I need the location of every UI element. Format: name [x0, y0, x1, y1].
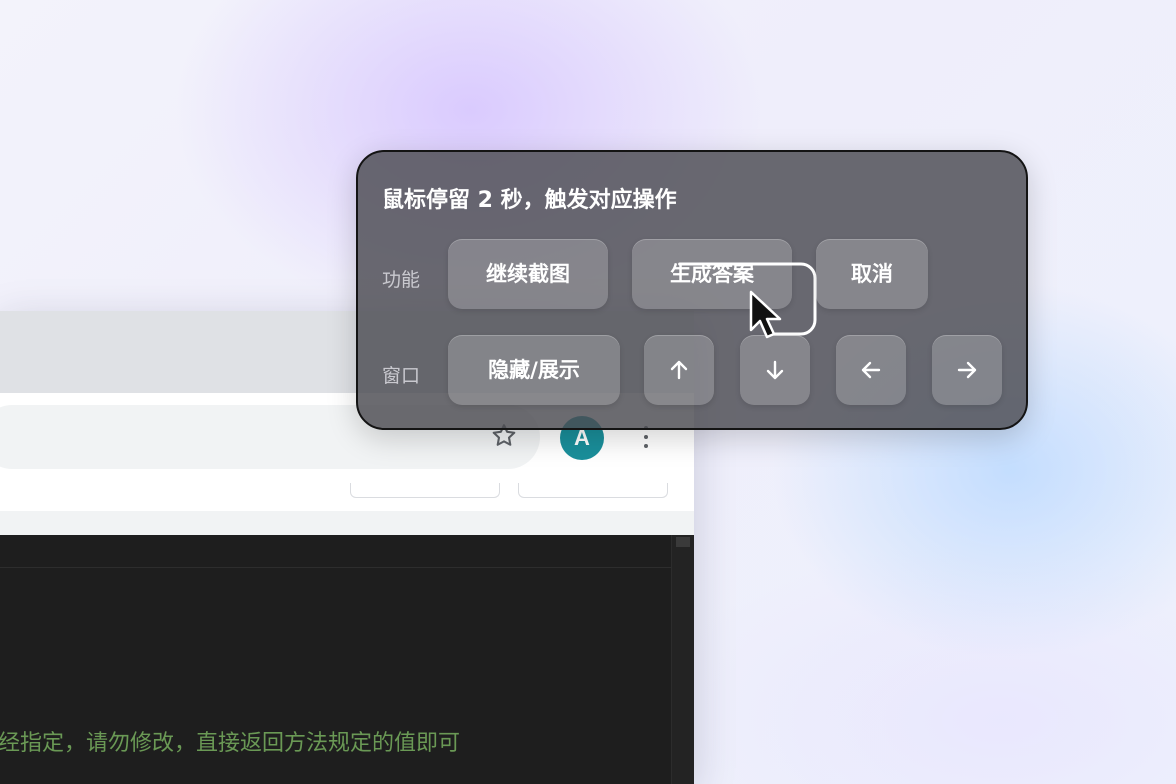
move-up-button[interactable] — [644, 335, 714, 405]
editor-divider — [0, 567, 694, 568]
cancel-button[interactable]: 取消 — [816, 239, 928, 309]
arrow-left-icon — [861, 361, 881, 379]
hover-action-panel: 鼠标停留 2 秒，触发对应操作 功能 继续截图 生成答案 取消 窗口 隐藏/展示 — [356, 150, 1028, 430]
move-right-button[interactable] — [932, 335, 1002, 405]
editor-scrollbar[interactable] — [671, 535, 694, 784]
arrow-down-icon — [766, 360, 784, 380]
row-label-function: 功能 — [382, 269, 421, 291]
page-subbar — [0, 511, 694, 535]
toolbar-pill-button[interactable] — [350, 483, 500, 498]
panel-title: 鼠标停留 2 秒，触发对应操作 — [382, 188, 677, 213]
mouse-pointer-icon — [749, 290, 782, 339]
continue-screenshot-button[interactable]: 继续截图 — [448, 239, 608, 309]
move-left-button[interactable] — [836, 335, 906, 405]
hide-show-button[interactable]: 隐藏/展示 — [448, 335, 620, 405]
toolbar-pill-button[interactable] — [518, 483, 668, 498]
arrow-right-icon — [957, 361, 977, 379]
code-comment-line: 经指定，请勿修改，直接返回方法规定的值即可 — [0, 731, 461, 756]
row-label-window: 窗口 — [382, 365, 421, 387]
code-editor[interactable]: 经指定，请勿修改，直接返回方法规定的值即可 — [0, 535, 694, 784]
generate-answer-label: 生成答案 — [670, 262, 754, 286]
arrow-up-icon — [670, 360, 688, 380]
scrollbar-thumb[interactable] — [676, 537, 690, 547]
